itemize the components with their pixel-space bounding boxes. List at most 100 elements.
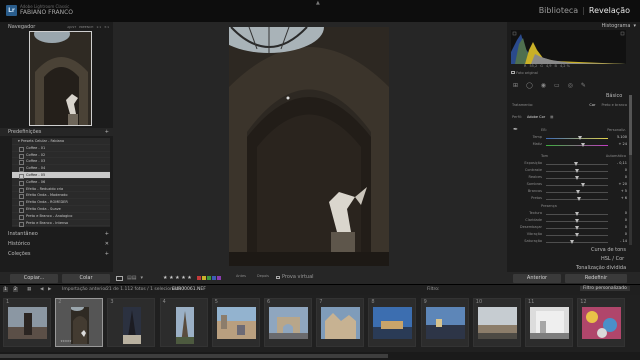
slider-value[interactable]: 0 [625, 218, 627, 222]
before-label[interactable]: Antes [236, 274, 246, 278]
slider-track[interactable] [546, 240, 608, 244]
slider-value[interactable]: 0 [625, 232, 627, 236]
filmstrip-thumbnail[interactable]: 3 [107, 298, 156, 347]
navigator-preview[interactable] [29, 31, 92, 126]
slider-thumb[interactable] [581, 143, 586, 147]
preset-folder[interactable]: ▾ Presets Celular - Fabiano [12, 138, 110, 145]
add-snapshot-icon[interactable]: + [105, 231, 109, 237]
collapse-triangle-icon[interactable]: ▾ [633, 23, 636, 29]
filmstrip-thumbnail[interactable]: 11 [525, 298, 573, 347]
preset-item[interactable]: Coffee - 02 [12, 152, 110, 159]
redeye-icon[interactable]: ◉ [541, 82, 546, 89]
original-photo-checkbox[interactable]: Foto original [511, 71, 538, 75]
slider-value[interactable]: 0 [625, 168, 627, 172]
checkbox-icon[interactable] [511, 71, 515, 74]
slider-track[interactable] [546, 162, 608, 166]
crop-tool-icon[interactable]: ⊞ [513, 82, 518, 89]
slider-track[interactable] [546, 233, 608, 237]
history-header[interactable]: Histórico ✕ [0, 240, 113, 248]
profile-browser-icon[interactable]: ▦ [550, 115, 553, 119]
presets-header[interactable]: Predefinições + [0, 128, 113, 136]
slider-track[interactable] [546, 136, 608, 140]
brush-tool-icon[interactable]: ✎ [581, 82, 586, 89]
histogram-header[interactable]: Histograma ▾ [507, 22, 640, 30]
slider-thumb[interactable] [573, 162, 578, 166]
add-preset-icon[interactable]: + [105, 129, 109, 135]
preset-item[interactable]: Preto e Branco - Analogico [12, 213, 110, 220]
grid-view-icon[interactable]: ▦ [27, 287, 31, 292]
slider-thumb[interactable] [575, 219, 579, 223]
red-label-icon[interactable] [197, 276, 201, 280]
copy-button[interactable]: Copiar... [10, 274, 58, 283]
slider-thumb[interactable] [576, 197, 581, 201]
slider-value[interactable]: + 6 [621, 196, 627, 200]
wb-eyedropper-icon[interactable]: ✒ [513, 126, 518, 133]
reset-button[interactable]: Redefinir [565, 274, 627, 283]
filmstrip-thumbnail[interactable]: 4 [159, 298, 208, 347]
main-photo[interactable] [229, 27, 389, 266]
profile-select[interactable]: Adobe Cor [527, 115, 545, 119]
view-menu-icon[interactable]: ▾ [140, 275, 143, 281]
filmstrip-thumbnail[interactable]: 10 [472, 298, 521, 347]
filmstrip-thumbnail[interactable]: 5 [211, 298, 260, 347]
thumbnail-stars[interactable]: ★★★★★ [60, 339, 71, 343]
slider-value[interactable]: 0 [625, 211, 627, 215]
yellow-label-icon[interactable] [202, 276, 206, 280]
filmstrip-thumbnail[interactable]: 12 [577, 298, 626, 347]
back-arrow-icon[interactable]: ◀ [40, 287, 43, 292]
rating-stars[interactable]: ★ ★ ★ ★ ★ [163, 275, 192, 281]
zoom-fit[interactable]: AJUST [67, 25, 76, 29]
slider-track[interactable] [546, 169, 608, 173]
module-develop[interactable]: Revelação [589, 6, 630, 15]
zoom-fill[interactable]: PREENCH [79, 25, 93, 29]
slider-track[interactable] [546, 143, 608, 147]
previous-button[interactable]: Anterior [513, 274, 561, 283]
filmstrip-thumbnail[interactable]: 7 [316, 298, 365, 347]
radial-filter-icon[interactable]: ◎ [568, 82, 573, 89]
filmstrip-scrollbar[interactable] [0, 352, 640, 360]
forward-arrow-icon[interactable]: ▶ [48, 287, 51, 292]
slider-value[interactable]: 5.100 [617, 135, 627, 139]
scroll-thumb[interactable] [629, 95, 632, 155]
split-toning-header[interactable]: Tonalização dividida [576, 265, 626, 271]
filmstrip-thumbnail[interactable]: 1 [3, 298, 51, 347]
tone-curve-header[interactable]: Curva de tons [591, 247, 626, 253]
zoom-3-1[interactable]: 3:1 [104, 25, 109, 29]
right-scrollbar[interactable] [629, 95, 632, 245]
purple-label-icon[interactable] [217, 276, 221, 280]
slider-thumb[interactable] [575, 233, 579, 237]
filmstrip-thumbnail[interactable]: 8 [368, 298, 417, 347]
zoom-1-1[interactable]: 1:1 [96, 25, 101, 29]
slider-value[interactable]: + 20 [619, 182, 628, 186]
collections-header[interactable]: Coleções + [0, 250, 113, 258]
basic-header[interactable]: Básico [606, 93, 622, 99]
blue-label-icon[interactable] [212, 276, 216, 280]
filter-select[interactable]: Filtro personalizado [580, 286, 630, 291]
treatment-bw-button[interactable]: Preto e branco [601, 103, 627, 107]
slider-track[interactable] [546, 226, 608, 230]
preset-item[interactable]: Coffee - 04 [12, 165, 110, 172]
filmstrip-thumbnail[interactable]: 6 [264, 298, 312, 347]
soft-proof[interactable]: Prova virtual [276, 274, 314, 280]
graduated-filter-icon[interactable]: ▭ [554, 82, 560, 89]
monitor-1-button[interactable]: 1 [3, 287, 8, 292]
preset-item[interactable]: Efeito - Reduzido cria [12, 186, 110, 193]
slider-track[interactable] [546, 176, 608, 180]
preset-item[interactable]: Coffee - 03 [12, 158, 110, 166]
preset-item[interactable]: Efeito Onda - Moderado [12, 192, 110, 200]
slider-track[interactable] [546, 212, 608, 216]
preset-item[interactable]: Coffee - 05 [12, 171, 110, 179]
green-label-icon[interactable] [207, 276, 211, 280]
wb-select[interactable]: Personaliz. [607, 128, 626, 132]
preset-item[interactable]: Coffee - 01 [12, 145, 110, 152]
compare-view-icon[interactable]: ▤▤ [127, 275, 136, 281]
slider-thumb[interactable] [570, 240, 575, 244]
filmstrip-thumbnail[interactable]: 2 ★★★★★ [55, 298, 104, 347]
navigator-header[interactable]: Navegador AJUST PREENCH 1:1 3:1 [0, 23, 113, 31]
slider-track[interactable] [546, 190, 608, 194]
slider-thumb[interactable] [575, 169, 579, 173]
loupe-view-icon[interactable] [116, 275, 123, 281]
preset-item[interactable]: Coffee - 06 [12, 179, 110, 186]
spot-removal-icon[interactable]: ◯ [526, 82, 533, 89]
slider-thumb[interactable] [575, 176, 579, 180]
